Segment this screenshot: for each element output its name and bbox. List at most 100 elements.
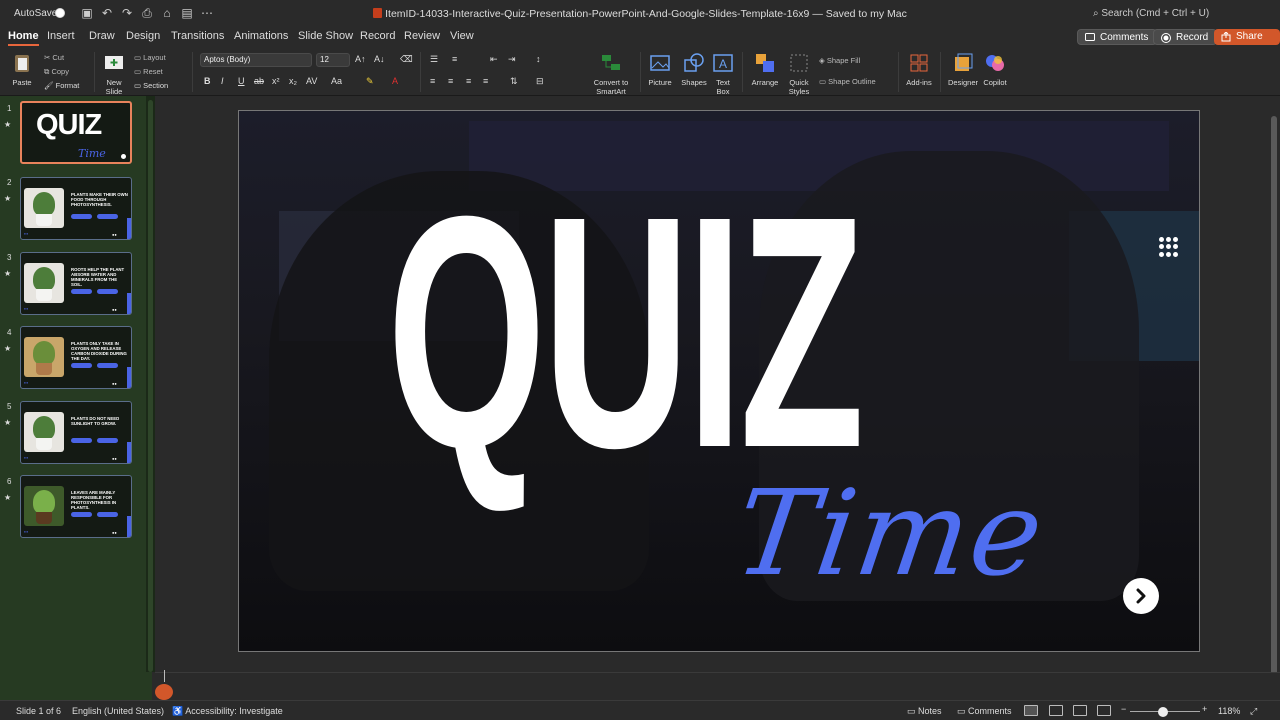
subscript-icon[interactable]: x₂ <box>289 76 297 86</box>
reading-view-icon[interactable] <box>1073 705 1087 716</box>
designer-button[interactable]: Designer <box>946 52 980 87</box>
canvas-scrollbar[interactable] <box>1268 96 1280 676</box>
decrease-indent-icon[interactable]: ⇤ <box>490 54 498 65</box>
accessibility-status[interactable]: ♿ Accessibility: Investigate <box>172 706 283 717</box>
bold-icon[interactable]: B <box>204 76 211 86</box>
slide-thumbnail-6[interactable]: LEAVES ARE MAINLY RESPONSIBLE FOR PHOTOS… <box>20 475 132 538</box>
font-name-select[interactable]: Aptos (Body) <box>200 53 312 67</box>
notes-expand-icon[interactable] <box>155 684 173 700</box>
share-button[interactable]: Share ⌄ <box>1214 29 1280 58</box>
tab-home[interactable]: Home <box>8 30 39 46</box>
change-case-icon[interactable]: Aa <box>331 76 342 86</box>
format-painter-button[interactable]: 🖌 Format <box>44 81 79 90</box>
new-slide-label: New Slide <box>105 78 123 96</box>
numbering-icon[interactable]: ≡ <box>452 54 457 64</box>
font-grow-icon[interactable]: A↑ <box>355 54 366 64</box>
reset-button[interactable]: ▭ Reset <box>134 67 163 76</box>
tab-animations[interactable]: Animations <box>234 30 288 42</box>
strikethrough-icon[interactable]: ab <box>254 76 264 86</box>
comments-status-button[interactable]: ▭ Comments <box>957 706 1012 717</box>
shape-fill-button[interactable]: ◈ Shape Fill <box>819 56 860 65</box>
arrange-button[interactable]: Arrange <box>750 52 780 87</box>
ribbon-separator <box>640 52 641 92</box>
zoom-level[interactable]: 118% <box>1218 706 1240 716</box>
paste-button[interactable]: Paste <box>8 52 36 87</box>
thumb-false-button <box>97 289 118 294</box>
convert-smartart-button[interactable]: Convert to SmartArt <box>588 52 634 96</box>
zoom-in-icon[interactable]: + <box>1202 704 1207 714</box>
line-spacing-icon[interactable]: ↕ <box>536 54 541 64</box>
powerpoint-icon <box>373 8 383 18</box>
notes-pane[interactable] <box>155 672 1280 700</box>
tab-slide-show[interactable]: Slide Show <box>298 30 353 42</box>
italic-icon[interactable]: I <box>221 76 224 86</box>
slide-thumbnail-4[interactable]: PLANTS ONLY TAKE IN OXYGEN AND RELEASE C… <box>20 326 132 389</box>
tab-review[interactable]: Review <box>404 30 440 42</box>
underline-icon[interactable]: U <box>238 76 245 86</box>
thumb-true-button <box>71 438 92 443</box>
zoom-slider-knob[interactable] <box>1158 707 1168 717</box>
thumb-next-dot <box>121 154 126 159</box>
slide-thumbnail-3[interactable]: ROOTS HELP THE PLANT ABSORB WATER AND MI… <box>20 252 132 315</box>
slideshow-view-icon[interactable] <box>1097 705 1111 716</box>
clear-format-icon[interactable]: ⌫ <box>400 54 413 65</box>
superscript-icon[interactable]: x² <box>272 76 280 86</box>
layout-button[interactable]: ▭ Layout <box>134 53 166 62</box>
bullets-icon[interactable]: ☰ <box>430 54 438 65</box>
char-spacing-icon[interactable]: AV <box>306 76 317 86</box>
document-title[interactable]: ItemID-14033-Interactive-Quiz-Presentati… <box>0 8 1280 20</box>
justify-icon[interactable]: ≡ <box>483 76 488 86</box>
shape-outline-button[interactable]: ▭ Shape Outline <box>819 77 876 86</box>
align-center-icon[interactable]: ≡ <box>448 76 453 86</box>
copy-button[interactable]: ⧉ Copy <box>44 67 69 77</box>
tab-transitions[interactable]: Transitions <box>171 30 224 42</box>
tab-insert[interactable]: Insert <box>47 30 75 42</box>
next-arrow-button[interactable] <box>1123 578 1159 614</box>
comments-button[interactable]: Comments <box>1077 29 1158 45</box>
section-button[interactable]: ▭ Section <box>134 81 168 90</box>
align-left-icon[interactable]: ≡ <box>430 76 435 86</box>
notes-button[interactable]: ▭ Notes <box>907 706 942 717</box>
slide-title-quiz[interactable]: QUIZ <box>387 167 865 497</box>
language[interactable]: English (United States) <box>72 706 164 716</box>
fit-slide-icon[interactable]: ⤢ <box>1250 706 1257 717</box>
add-ins-button[interactable]: Add-ins <box>904 52 934 87</box>
picture-button[interactable]: Picture <box>646 52 674 87</box>
text-direction-icon[interactable]: ⇅ <box>510 76 518 87</box>
thumbnail-scrollbar[interactable] <box>148 100 153 672</box>
canvas-scroll-thumb[interactable] <box>1271 116 1277 676</box>
align-right-icon[interactable]: ≡ <box>466 76 471 86</box>
tab-design[interactable]: Design <box>126 30 160 42</box>
tab-draw[interactable]: Draw <box>89 30 115 42</box>
align-text-icon[interactable]: ⊟ <box>536 76 544 87</box>
text-box-button[interactable]: A Text Box <box>712 52 734 96</box>
zoom-out-icon[interactable]: − <box>1121 704 1126 714</box>
font-color-icon[interactable]: A <box>392 76 398 86</box>
tab-view[interactable]: View <box>450 30 474 42</box>
picture-icon <box>650 55 670 71</box>
font-size-select[interactable]: 12 <box>316 53 350 67</box>
copilot-button[interactable]: Copilot <box>980 52 1010 87</box>
slide-number: 6 <box>7 477 12 486</box>
slide-thumbnail-1[interactable]: QUIZ Time <box>20 101 132 164</box>
cut-button[interactable]: ✂ Cut <box>44 53 64 62</box>
quick-styles-button[interactable]: Quick Styles <box>784 52 814 96</box>
slide-number: 1 <box>7 104 12 113</box>
notes-label: Notes <box>918 706 942 716</box>
tab-record[interactable]: Record <box>360 30 395 42</box>
font-shrink-icon[interactable]: A↓ <box>374 54 385 64</box>
shapes-button[interactable]: Shapes <box>678 52 710 87</box>
new-slide-button[interactable]: New Slide <box>100 52 128 96</box>
increase-indent-icon[interactable]: ⇥ <box>508 54 516 65</box>
slide-thumbnail-5[interactable]: PLANTS DO NOT NEED SUNLIGHT TO GROW. ▪▪▪… <box>20 401 132 464</box>
search-box[interactable]: ⌕ Search (Cmd + Ctrl + U) <box>1093 8 1209 19</box>
svg-text:A: A <box>719 57 727 71</box>
current-slide[interactable]: QUIZ Time <box>238 110 1200 652</box>
highlight-icon[interactable]: ✎ <box>366 76 374 87</box>
slide-subtitle-time[interactable]: Time <box>727 463 1053 603</box>
normal-view-icon[interactable] <box>1024 705 1038 716</box>
record-button[interactable]: Record <box>1153 29 1218 45</box>
slide-thumbnail-2[interactable]: PLANTS MAKE THEIR OWN FOOD THROUGH PHOTO… <box>20 177 132 240</box>
thumb-false-button <box>97 214 118 219</box>
slide-sorter-icon[interactable] <box>1049 705 1063 716</box>
